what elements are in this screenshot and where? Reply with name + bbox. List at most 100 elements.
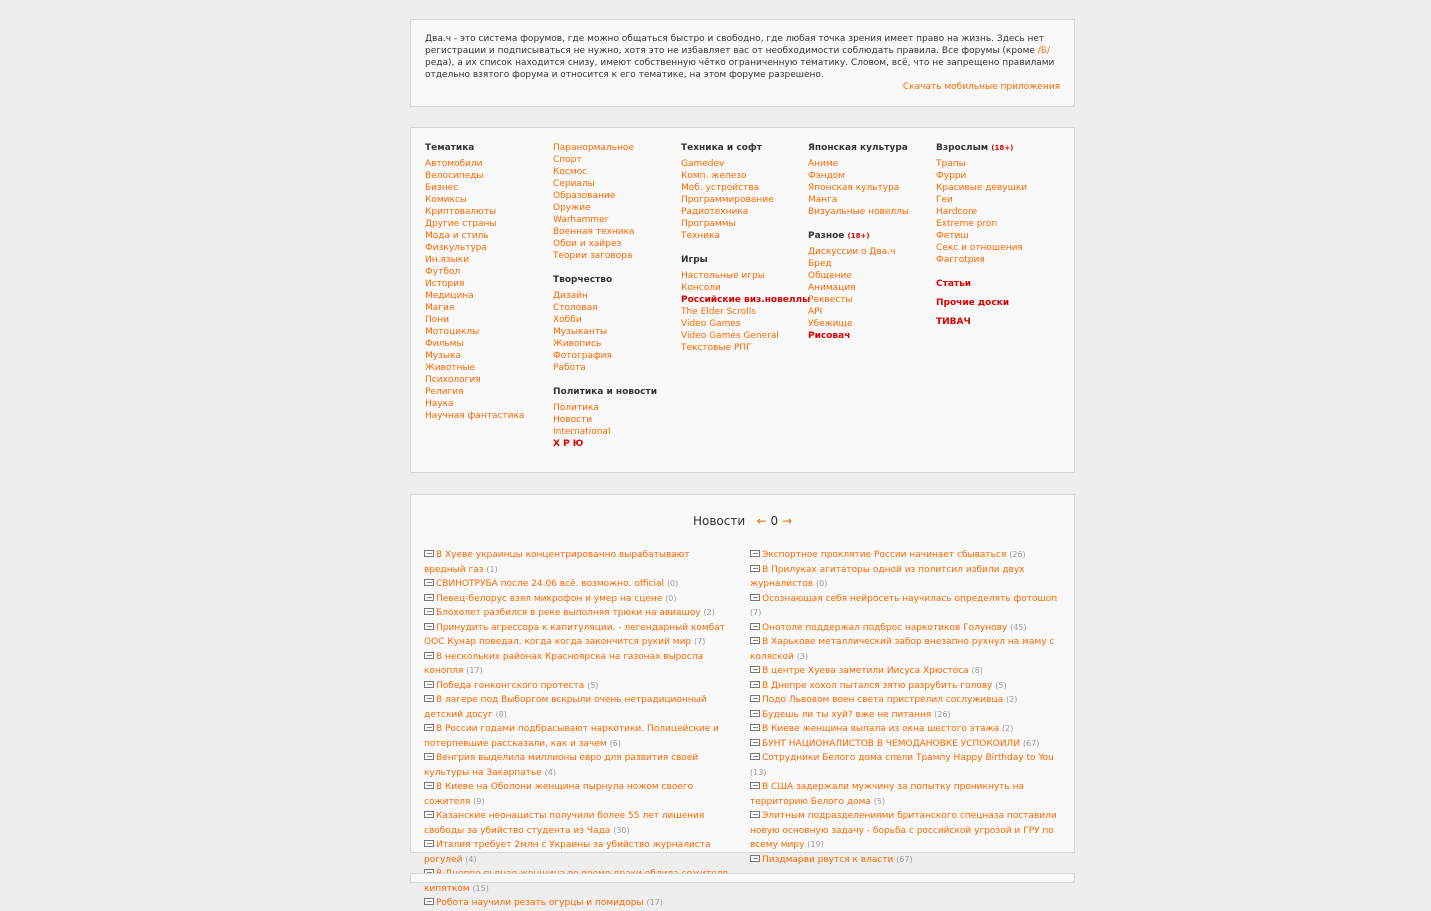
board-link[interactable]: Дискуссии о Два.ч <box>808 246 909 258</box>
board-link[interactable]: Фэндом <box>808 170 909 182</box>
board-link[interactable]: Космос <box>553 166 657 178</box>
news-prev-arrow[interactable]: ← <box>757 514 767 528</box>
board-link[interactable]: Магия <box>425 302 524 314</box>
board-link[interactable]: Анимация <box>808 282 909 294</box>
board-link[interactable]: Животные <box>425 362 524 374</box>
news-link[interactable]: Принудить агрессора к капитуляции. - лег… <box>424 623 725 648</box>
news-link[interactable]: Осознающая себя нейросеть научилась опре… <box>762 594 1057 604</box>
board-link[interactable]: Комп. железо <box>681 170 810 182</box>
board-link[interactable]: Обои и хайрез <box>553 238 657 250</box>
board-link[interactable]: Аниме <box>808 158 909 170</box>
board-link[interactable]: Пони <box>425 314 524 326</box>
news-link[interactable]: Элитным подразделениями британского спец… <box>750 811 1057 850</box>
board-link[interactable]: Медицина <box>425 290 524 302</box>
board-link[interactable]: Японская культура <box>808 182 909 194</box>
board-link[interactable]: Фильмы <box>425 338 524 350</box>
tivach-link[interactable]: ТИВАЧ <box>936 316 1027 328</box>
news-link[interactable]: В Киеве на Оболони женщина пырнула ножом… <box>424 782 693 807</box>
board-link[interactable]: История <box>425 278 524 290</box>
news-link[interactable]: Будешь ли ты хуй? вже не питання <box>762 710 931 720</box>
news-link[interactable]: Венгрия выделила миллионы евро для разви… <box>424 753 698 778</box>
board-link[interactable]: Музыка <box>425 350 524 362</box>
news-link[interactable]: В России годами подбрасывают наркотики. … <box>424 724 719 749</box>
news-link[interactable]: Экспортное проклятие России начинает сбы… <box>762 550 1006 560</box>
news-link[interactable]: В Киеве женщина выпала из окна шестого э… <box>762 724 999 734</box>
board-link[interactable]: Другие страны <box>425 218 524 230</box>
news-link[interactable]: Казанские неонацисты получили более 55 л… <box>424 811 704 836</box>
articles-link[interactable]: Статьи <box>936 278 1027 290</box>
board-link[interactable]: The Elder Scrolls <box>681 306 810 318</box>
board-link[interactable]: Ин.языки <box>425 254 524 266</box>
board-link[interactable]: Музыканты <box>553 326 657 338</box>
news-link[interactable]: В Прилуках агитаторы одной из политсил и… <box>750 565 1025 590</box>
board-link[interactable]: Столовая <box>553 302 657 314</box>
b-board-link[interactable]: /Б/ <box>1038 46 1050 56</box>
board-link[interactable]: Геи <box>936 194 1027 206</box>
board-link[interactable]: Техника <box>681 230 810 242</box>
board-link[interactable]: Наука <box>425 398 524 410</box>
board-link[interactable]: Оружие <box>553 202 657 214</box>
board-link[interactable]: Психология <box>425 374 524 386</box>
board-link[interactable]: Трапы <box>936 158 1027 170</box>
board-link[interactable]: Мотоциклы <box>425 326 524 338</box>
board-link[interactable]: Визуальные новеллы <box>808 206 909 218</box>
board-link[interactable]: Убежище <box>808 318 909 330</box>
news-link[interactable]: Онотоле поддержал подброс наркотиков Гол… <box>762 623 1007 633</box>
board-link[interactable]: Реквесты <box>808 294 909 306</box>
board-link[interactable]: Мода и стиль <box>425 230 524 242</box>
board-link[interactable]: Автомобили <box>425 158 524 170</box>
board-link[interactable]: Hardcore <box>936 206 1027 218</box>
mobile-apps-link[interactable]: Скачать мобильные приложения <box>903 82 1060 92</box>
board-link[interactable]: Новости <box>553 414 657 426</box>
board-link[interactable]: Политика <box>553 402 657 414</box>
news-link[interactable]: Победа гонконгского протеста <box>436 681 584 691</box>
board-link[interactable]: Религия <box>425 386 524 398</box>
news-link[interactable]: В центре Хуева заметили Иисуса Хрюстоса <box>762 666 969 676</box>
news-link[interactable]: В Хуеве украинцы концентрированно выраба… <box>424 550 690 575</box>
news-link[interactable]: Певец-белорус взял микрофон и умер на сц… <box>436 594 662 604</box>
board-link[interactable]: Комиксы <box>425 194 524 206</box>
board-link[interactable]: International <box>553 426 657 438</box>
board-link[interactable]: Настольные игры <box>681 270 810 282</box>
news-next-arrow[interactable]: → <box>782 514 792 528</box>
board-link[interactable]: Велосипеды <box>425 170 524 182</box>
news-link[interactable]: Робота научили резать огурцы и помидоры <box>436 898 644 908</box>
board-link-ruvn[interactable]: Российские виз.новеллы <box>681 294 810 306</box>
news-link[interactable]: В США задержали мужчину за попытку прони… <box>750 782 1024 807</box>
board-link[interactable]: Военная техника <box>553 226 657 238</box>
board-link[interactable]: Радиотехника <box>681 206 810 218</box>
news-link[interactable]: СВИНОТРУБА после 24.06 всё. возможно. of… <box>436 579 664 589</box>
board-link[interactable]: Бред <box>808 258 909 270</box>
news-link[interactable]: В Днепре хохол пытался зятю разрубить го… <box>762 681 992 691</box>
news-link[interactable]: Блохолет разбился в реке выполняя трюки … <box>436 608 701 618</box>
board-link[interactable]: Секс и отношения <box>936 242 1027 254</box>
news-link[interactable]: Подо Львовом воен света пристрелил сослу… <box>762 695 1003 705</box>
board-link[interactable]: Warhammer <box>553 214 657 226</box>
board-link[interactable]: Общение <box>808 270 909 282</box>
board-link[interactable]: Спорт <box>553 154 657 166</box>
board-link[interactable]: Фетиш <box>936 230 1027 242</box>
board-link[interactable]: Консоли <box>681 282 810 294</box>
news-link[interactable]: Сотрудники Белого дома спели Трампу Happ… <box>762 753 1054 763</box>
board-link[interactable]: Красивые девушки <box>936 182 1027 194</box>
board-link[interactable]: Текстовые РПГ <box>681 342 810 354</box>
news-link[interactable]: В Харькове металлический забор внезапно … <box>750 637 1054 662</box>
board-link[interactable]: Образование <box>553 190 657 202</box>
board-link[interactable]: Программы <box>681 218 810 230</box>
board-link[interactable]: Фаггоtрия <box>936 254 1027 266</box>
news-link[interactable]: БУНТ НАЦИОНАЛИСТОВ В ЧЕМОДАНОВКЕ УСПОКОИ… <box>762 739 1020 749</box>
board-link[interactable]: Работа <box>553 362 657 374</box>
board-link[interactable]: Фотография <box>553 350 657 362</box>
board-link[interactable]: Физкультура <box>425 242 524 254</box>
board-link[interactable]: Фурри <box>936 170 1027 182</box>
board-link[interactable]: Живопись <box>553 338 657 350</box>
board-link[interactable]: Gamedev <box>681 158 810 170</box>
board-link[interactable]: Моб. устройства <box>681 182 810 194</box>
board-link[interactable]: Video Games General <box>681 330 810 342</box>
board-link-hru[interactable]: Х Р Ю <box>553 438 657 450</box>
board-link[interactable]: Video Games <box>681 318 810 330</box>
board-link[interactable]: Дизайн <box>553 290 657 302</box>
board-link[interactable]: Бизнес <box>425 182 524 194</box>
board-link-risovach[interactable]: Рисовач <box>808 330 909 342</box>
board-link[interactable]: Extreme pron <box>936 218 1027 230</box>
